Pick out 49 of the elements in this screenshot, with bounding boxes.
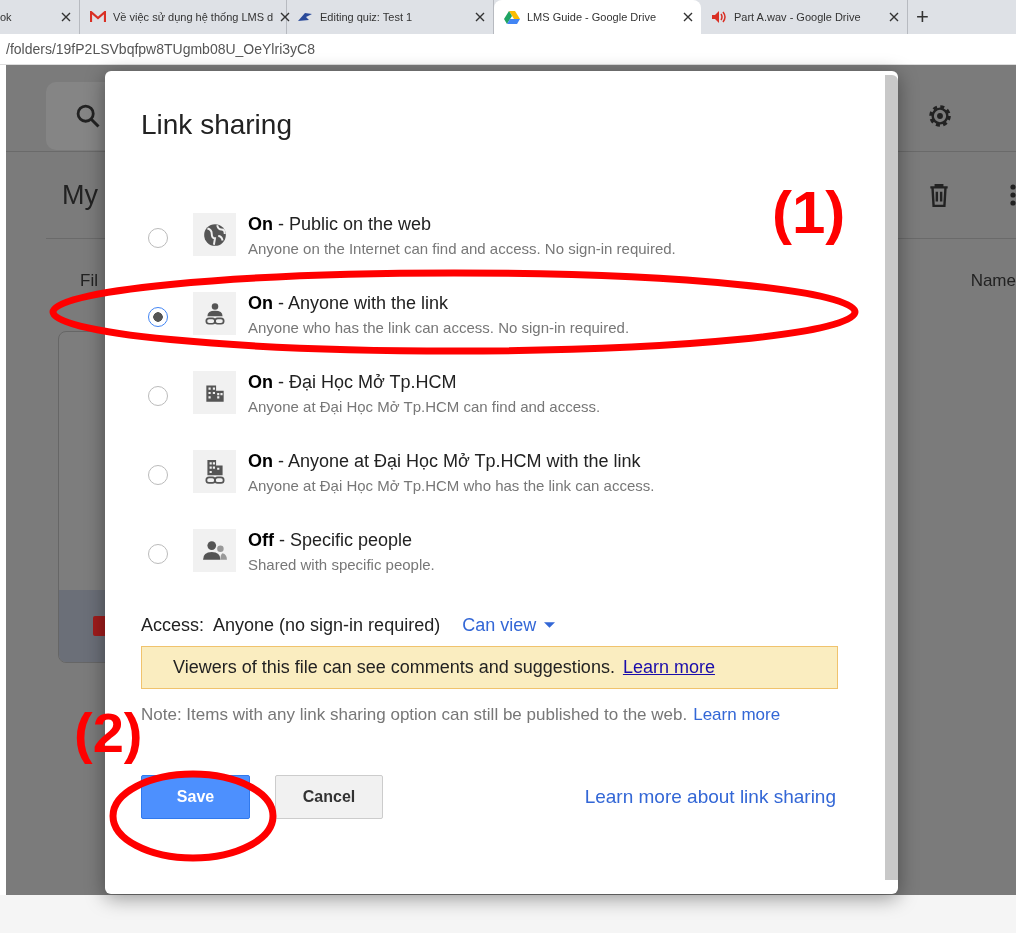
banner-text: Viewers of this file can see comments and suggestions. xyxy=(173,657,615,678)
folder-heading: My xyxy=(62,179,99,211)
note-text: Note: Items with any link sharing option can still be published to the web. xyxy=(141,705,688,725)
new-tab-button[interactable]: + xyxy=(908,4,937,30)
option-title[interactable]: On - Anyone at Đại Học Mở Tp.HCM with the link xyxy=(248,450,655,472)
option-description: Shared with specific people. xyxy=(248,555,435,575)
search-icon xyxy=(74,102,102,130)
close-icon[interactable] xyxy=(889,12,899,22)
dialog-title: Link sharing xyxy=(141,108,293,142)
access-value: Anyone (no sign-in required) xyxy=(213,614,441,636)
speaker-icon xyxy=(711,10,727,24)
link-sharing-help-link[interactable]: Learn more about link sharing xyxy=(584,786,836,808)
scrollbar[interactable] xyxy=(885,75,898,880)
browser-tab[interactable]: LMS Guide - Google Drive xyxy=(494,0,701,34)
option-description: Anyone at Đại Học Mở Tp.HCM who has the link can access. xyxy=(248,476,655,496)
learn-more-link[interactable]: Learn more xyxy=(693,705,781,725)
people-icon xyxy=(193,529,236,572)
option-title[interactable]: On - Anyone with the link xyxy=(248,292,630,314)
column-header: Name xyxy=(970,271,1016,292)
close-icon[interactable] xyxy=(280,12,291,22)
annotation-label: (1) xyxy=(772,181,846,245)
learn-more-link[interactable]: Learn more xyxy=(622,657,715,678)
caret-icon xyxy=(544,622,556,628)
close-icon[interactable] xyxy=(475,12,485,22)
column-label: Fil xyxy=(80,271,98,292)
permission-dropdown[interactable]: Can view xyxy=(462,614,556,636)
building-icon xyxy=(193,371,236,414)
option-description: Anyone on the Internet can find and access. No sign-in required. xyxy=(248,239,676,259)
option-description: Anyone at Đại Học Mở Tp.HCM can find and access. xyxy=(248,397,601,417)
globe-icon xyxy=(193,213,236,256)
close-icon[interactable] xyxy=(61,12,71,22)
person-link-icon xyxy=(193,292,236,335)
more-icon[interactable] xyxy=(1010,183,1016,207)
address-field[interactable]: /folders/19fP2LSVbqfpw8TUgmb08U_OeYlri3yC8 xyxy=(0,41,315,57)
cancel-button[interactable]: Cancel xyxy=(275,775,383,819)
browser-tab[interactable]: Part A.wav - Google Drive xyxy=(701,0,908,34)
browser-tab[interactable]: Về việc sử dụng hệ thống LMS d xyxy=(80,0,287,34)
building-link-icon xyxy=(193,450,236,493)
option-title[interactable]: On - Public on the web xyxy=(248,213,676,235)
option-title[interactable]: Off - Specific people xyxy=(248,529,435,551)
access-label: Access: xyxy=(141,614,205,636)
radio-button[interactable] xyxy=(148,307,168,327)
browser-tab[interactable]: ok xyxy=(0,0,80,34)
option-title[interactable]: On - Đại Học Mở Tp.HCM xyxy=(248,371,601,393)
option-description: Anyone who has the link can access. No sign-in required. xyxy=(248,318,630,338)
close-icon[interactable] xyxy=(683,12,693,22)
mail-icon xyxy=(90,11,106,23)
bird-icon xyxy=(297,11,313,23)
drive-icon xyxy=(504,10,520,24)
